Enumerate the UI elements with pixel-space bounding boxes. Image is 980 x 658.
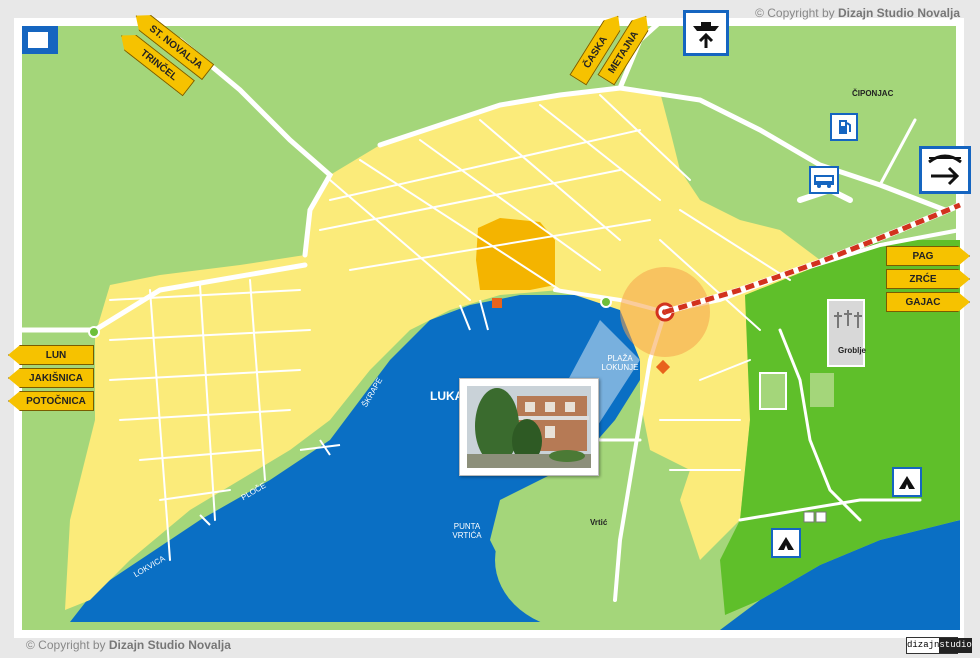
map-canvas[interactable] — [0, 0, 980, 658]
sports-field — [759, 372, 787, 410]
harbor-marker — [492, 298, 502, 308]
cemetery-area — [827, 299, 865, 367]
location-photo[interactable] — [459, 378, 599, 476]
sign-potocnica[interactable]: POTOČNICA — [8, 391, 94, 411]
fuel-icon[interactable] — [830, 113, 858, 141]
place-vrtic: Vrtić — [590, 518, 608, 527]
green-hill — [495, 490, 665, 630]
copyright-brand: Dizajn Studio Novalja — [837, 6, 960, 20]
place-ciponjac: ČIPONJAC — [852, 89, 894, 98]
studio-logo: dizajn studio — [906, 637, 972, 654]
place-punta-vrtica: PUNTA VRTIĆA — [452, 522, 482, 540]
sign-lun[interactable]: LUN — [8, 345, 94, 365]
copyright-top: © Copyright by Dizajn Studio Novalja — [755, 6, 960, 20]
roundabout-west — [88, 326, 100, 338]
bus-icon[interactable] — [809, 166, 839, 194]
photo-image — [467, 386, 591, 468]
sign-gajac[interactable]: GAJAC — [886, 292, 970, 312]
building — [803, 511, 815, 523]
camping-icon[interactable] — [892, 467, 922, 497]
cemetery-icon — [834, 310, 862, 328]
copyright-brand: Dizajn Studio Novalja — [108, 638, 231, 652]
camping-icon[interactable] — [771, 528, 801, 558]
sign-jaksnica[interactable]: JAKIŠNICA — [8, 368, 94, 388]
place-plaza-lokunje: PLAŽA LOKUNJE — [601, 354, 639, 372]
sign-zrce[interactable]: ZRĆE — [886, 269, 970, 289]
sign-pag[interactable]: PAG — [886, 246, 970, 266]
ferry-icon[interactable] — [683, 10, 729, 56]
copyright-prefix: © Copyright by — [26, 638, 106, 652]
place-groblje: Groblje — [838, 346, 867, 355]
copyright-prefix: © Copyright by — [755, 6, 835, 20]
copyright-bottom: © Copyright by Dizajn Studio Novalja — [26, 638, 231, 652]
bridge-direction-icon[interactable] — [919, 146, 971, 194]
roundabout-center — [600, 296, 612, 308]
